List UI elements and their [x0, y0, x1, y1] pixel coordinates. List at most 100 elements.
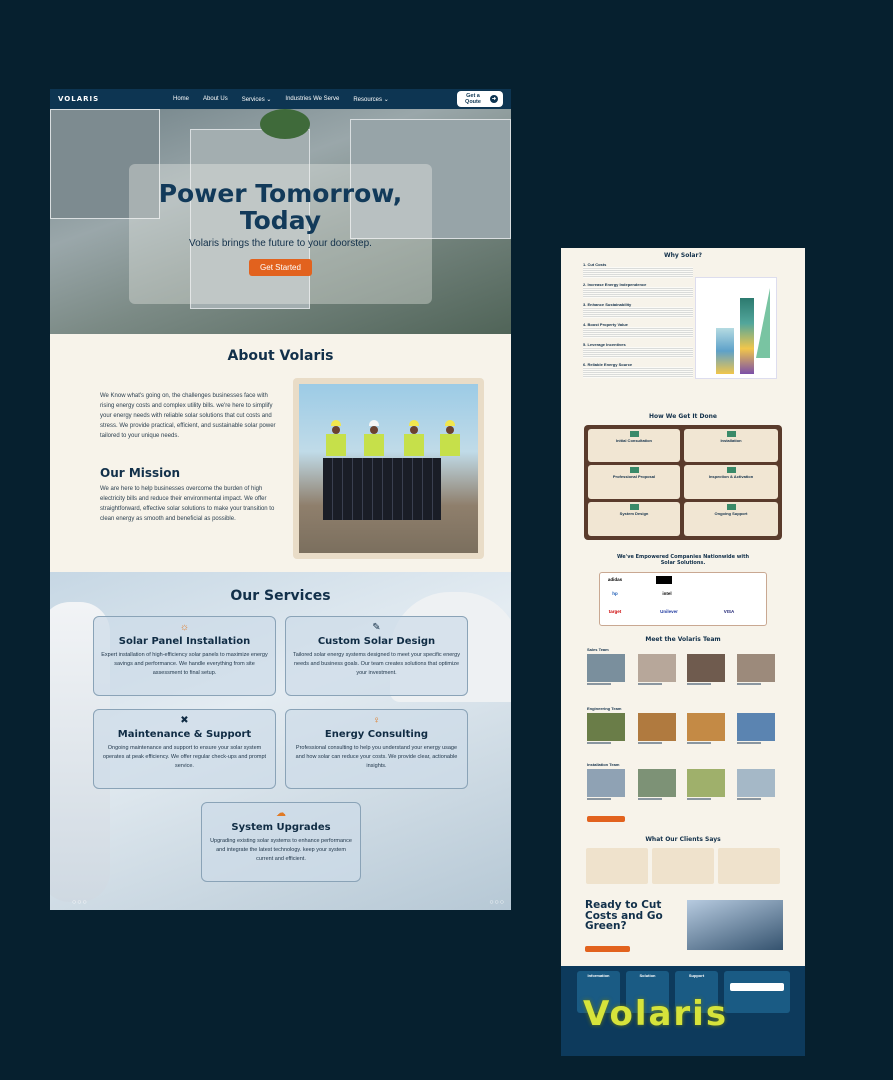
service-card[interactable]: ♀ Energy Consulting Professional consult… — [285, 709, 468, 789]
dots-decoration: ○○○ — [489, 899, 505, 906]
step-icon — [726, 431, 736, 437]
process-step: System Design — [588, 502, 680, 536]
nav-home[interactable]: Home — [173, 96, 189, 103]
services-section: Our Services ☼ Solar Panel Installation … — [50, 572, 511, 910]
cta-button[interactable] — [585, 946, 630, 952]
worker-figure — [439, 420, 461, 460]
service-card[interactable]: ☁ System Upgrades Upgrading existing sol… — [201, 802, 361, 882]
hero-title-line2: Today — [239, 206, 322, 235]
why-solar-list: 1. Cut Costs 2. Increase Energy Independ… — [583, 262, 693, 382]
sun-icon: ☼ — [179, 622, 190, 633]
worker-figure — [325, 420, 347, 460]
team-member — [737, 769, 775, 805]
hero-card: Power Tomorrow, Today Volaris brings the… — [129, 164, 432, 304]
footer-newsletter — [724, 971, 790, 1013]
get-quote-button[interactable]: Get a Qoute ➜ — [457, 91, 503, 107]
step-title: Initial Consultation — [616, 438, 652, 443]
hero-section: Power Tomorrow, Today Volaris brings the… — [50, 109, 511, 334]
client-logo: VISA — [723, 609, 735, 614]
get-quote-label: Get a Qoute — [465, 93, 481, 105]
footer-column-title: Support — [688, 973, 705, 978]
cta-heading: Ready to Cut Costs and Go Green? — [585, 899, 663, 932]
chevron-down-icon: ⌄ — [266, 96, 272, 103]
footer-column-title: Solution — [639, 973, 656, 978]
how-heading: How We Get It Done — [649, 413, 717, 420]
newsletter-input[interactable] — [730, 983, 784, 991]
why-solar-heading: Why Solar? — [664, 252, 702, 259]
team-member — [587, 769, 625, 805]
clients-heading: We've Empowered Companies Nationwide wit… — [616, 554, 750, 566]
about-heading: About Volaris — [227, 348, 334, 364]
testimonial-card — [586, 848, 648, 884]
why-item: 6. Reliable Energy Source — [583, 362, 693, 378]
why-item: 5. Leverage Incentives — [583, 342, 693, 358]
team-member — [737, 713, 775, 749]
get-started-button[interactable]: Get Started — [249, 259, 312, 276]
nav-industries[interactable]: Industries We Serve — [285, 96, 339, 103]
about-body: We Know what's going on, the challenges … — [100, 393, 276, 439]
why-item: 3. Enhance Sustainability — [583, 302, 693, 318]
service-title: Solar Panel Installation — [118, 636, 251, 647]
team-photo — [299, 384, 478, 553]
brush-icon: ✎ — [372, 622, 381, 633]
landing-page-preview: VOLARIS Home About Us Services ⌄ Industr… — [50, 89, 511, 910]
team-heading: Meet the Volaris Team — [645, 636, 721, 643]
team-member — [687, 769, 725, 805]
step-title: Ongoing Support — [714, 511, 748, 516]
team-member — [587, 654, 625, 690]
step-title: System Design — [619, 511, 649, 516]
service-card[interactable]: ✎ Custom Solar Design Tailored solar ene… — [285, 616, 468, 696]
step-title: Professional Proposal — [612, 474, 656, 479]
process-step: Professional Proposal — [588, 465, 680, 499]
mission-heading: Our Mission — [100, 466, 181, 480]
team-subheading: Sales Team — [587, 647, 609, 652]
service-card[interactable]: ☼ Solar Panel Installation Expert instal… — [93, 616, 276, 696]
step-title: Installation — [720, 438, 742, 443]
service-desc: Tailored solar energy systems designed t… — [293, 652, 460, 676]
nav-about[interactable]: About Us — [203, 96, 228, 103]
footer-column-title: Information — [587, 973, 610, 978]
worker-figure — [363, 420, 385, 460]
team-member — [638, 654, 676, 690]
team-subheading: Engineering Team — [587, 706, 622, 711]
service-desc: Professional consulting to help you unde… — [295, 745, 458, 769]
team-member — [687, 654, 725, 690]
process-step: Inspection & Activation — [684, 465, 778, 499]
step-icon — [629, 504, 639, 510]
service-title: Custom Solar Design — [317, 636, 436, 647]
team-photo-frame — [293, 378, 484, 559]
testimonials-heading: What Our Clients Says — [645, 836, 721, 843]
about-section: About Volaris We Know what's going on, t… — [50, 334, 511, 572]
step-icon — [726, 504, 736, 510]
lightbulb-icon: ♀ — [372, 715, 381, 726]
logo[interactable]: VOLARIS — [58, 95, 158, 103]
team-member — [638, 713, 676, 749]
hero-title-line1: Power Tomorrow, — [158, 179, 403, 208]
nav-resources-label: Resources — [353, 96, 383, 103]
team-button[interactable] — [587, 816, 625, 822]
process-step: Initial Consultation — [588, 429, 680, 462]
nav-services[interactable]: Services ⌄ — [242, 96, 272, 103]
service-desc: Expert installation of high-efficiency s… — [101, 652, 268, 676]
process-steps: Initial Consultation Installation Profes… — [584, 425, 782, 540]
nav-resources[interactable]: Resources ⌄ — [353, 96, 388, 103]
why-item: 4. Boost Property Value — [583, 322, 693, 338]
process-step: Installation — [684, 429, 778, 462]
client-logo: adidas — [607, 577, 623, 582]
service-desc: Ongoing maintenance and support to ensur… — [102, 745, 267, 769]
team-member — [687, 713, 725, 749]
client-logo: hp — [612, 591, 618, 596]
testimonial-card — [652, 848, 714, 884]
why-item: 1. Cut Costs — [583, 262, 693, 278]
nav-services-label: Services — [241, 96, 265, 103]
service-card[interactable]: ✖ Maintenance & Support Ongoing maintena… — [93, 709, 276, 789]
process-step: Ongoing Support — [684, 502, 778, 536]
client-logos: adidas hp intel target Unilever VISA — [599, 572, 767, 626]
client-logo: intel — [662, 591, 672, 596]
step-title: Inspection & Activation — [708, 474, 754, 479]
footer-logo: Volaris — [583, 994, 729, 1034]
tree — [260, 109, 310, 139]
hero-title: Power Tomorrow, Today — [129, 180, 432, 234]
services-heading: Our Services — [230, 588, 331, 604]
cloud-upload-icon: ☁ — [276, 808, 286, 819]
